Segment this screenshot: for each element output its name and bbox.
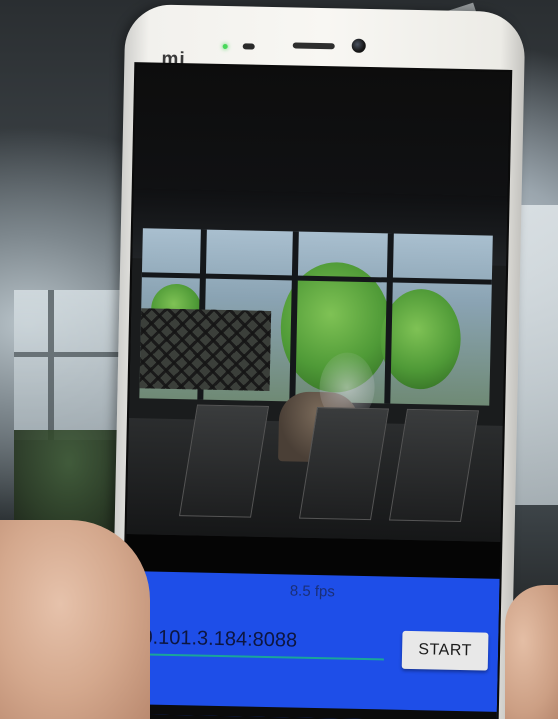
control-panel: 8.5 fps START: [122, 571, 500, 719]
proximity-sensor-icon: [242, 43, 255, 50]
holding-hand-right: [505, 585, 558, 719]
front-camera-icon: [351, 38, 366, 53]
phone-device: mi 8.5 fps 10.101.3.184:8088 START: [110, 3, 526, 719]
background-window-left: [14, 290, 124, 440]
fps-label: 8.5 fps: [289, 582, 336, 601]
notification-led-icon: [222, 43, 228, 50]
holding-hand-left: [0, 520, 150, 719]
phone-screen: 8.5 fps START: [122, 64, 511, 719]
start-button[interactable]: START: [401, 630, 489, 671]
camera-preview: [126, 188, 508, 542]
screen-top-area: [133, 64, 511, 196]
preview-lattice: [139, 308, 272, 391]
earpiece-icon: [292, 42, 335, 50]
photo-scene: mi 8.5 fps 10.101.3.184:8088 START: [0, 0, 558, 719]
ip-address-input[interactable]: [129, 621, 385, 661]
